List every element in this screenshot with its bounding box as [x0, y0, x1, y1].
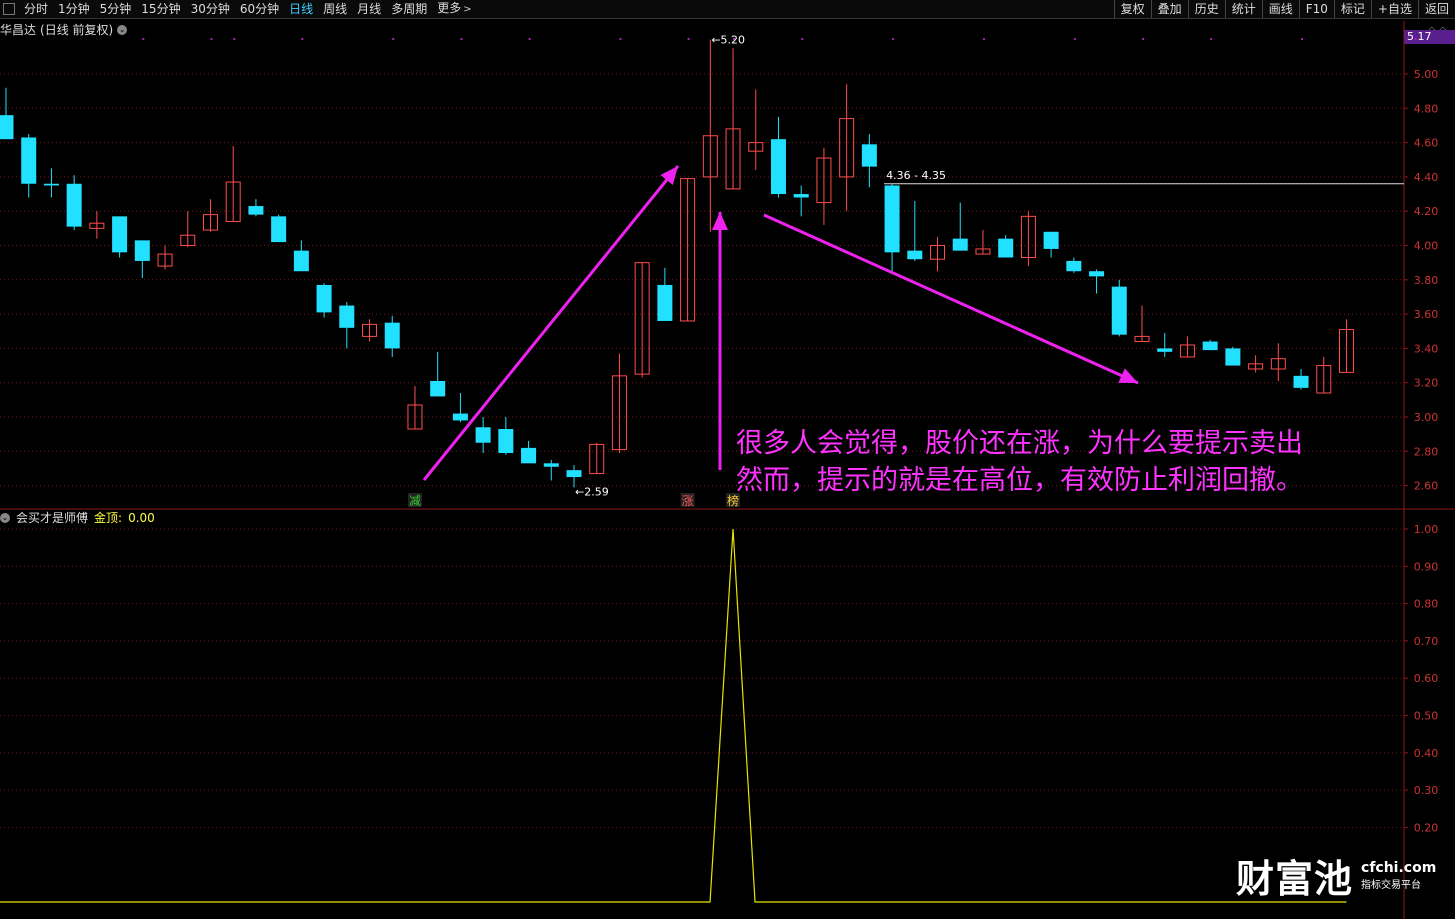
price-tick-label: 4.60 — [1414, 137, 1439, 150]
candle-body-down — [861, 144, 877, 167]
top-marker-dot — [801, 38, 804, 40]
top-marker-dot — [460, 38, 463, 40]
watermark-logo: 财富池 cfchi.com 指标交易平台 — [1236, 848, 1436, 903]
top-marker-dot — [619, 38, 622, 40]
annotation-line-1: 很多人会觉得，股价还在涨，为什么要提示卖出 — [736, 428, 1303, 459]
logo-subtitle: 指标交易平台 — [1361, 880, 1422, 891]
candle-body-down — [1043, 231, 1059, 249]
top-marker-dot — [892, 38, 895, 40]
top-marker-dot — [1210, 38, 1213, 40]
price-tick-label: 2.60 — [1414, 480, 1439, 493]
price-tick-label: 3.60 — [1414, 308, 1439, 321]
annotation-line-2: 然而，提示的就是在高位，有效防止利润回撤。 — [736, 465, 1303, 496]
candle-body-down — [770, 139, 786, 195]
candle-body-down — [1089, 271, 1105, 277]
signal-arrow-head — [712, 212, 728, 230]
candle-body-down — [1293, 375, 1309, 388]
candle-body-down — [475, 427, 491, 443]
candle-body-down — [566, 470, 582, 478]
indicator-tick-label: 0.50 — [1414, 710, 1439, 723]
logo-url: cfchi.com — [1361, 860, 1437, 876]
candle-body-down — [884, 185, 900, 253]
top-marker-dot — [301, 38, 304, 40]
annotation-text: 很多人会觉得，股价还在涨，为什么要提示卖出 然而，提示的就是在高位，有效防止利润… — [736, 425, 1303, 499]
top-marker-dot — [1142, 38, 1144, 40]
price-tick-label: 3.40 — [1414, 342, 1439, 355]
candle-body-down — [907, 250, 923, 260]
price-tick-label: 3.00 — [1414, 411, 1439, 424]
candle-body-down — [1066, 260, 1082, 272]
candle-body-down — [384, 322, 400, 349]
top-marker-dot — [687, 38, 690, 40]
candle-body-down — [0, 115, 14, 140]
indicator-title: ⌄ 会买才是师傅 金顶: 0.00 — [0, 509, 155, 526]
price-tick-label: 3.20 — [1414, 377, 1439, 390]
indicator-name: 会买才是师傅 — [16, 511, 89, 525]
candle-body-down — [271, 216, 287, 243]
top-marker-dot — [210, 38, 213, 40]
top-marker-dot — [1414, 38, 1417, 40]
candle-body-down — [248, 206, 264, 215]
price-tick-label: 2.80 — [1414, 445, 1439, 458]
candle-body-down — [657, 284, 673, 321]
signal-marker: 涨 — [682, 493, 694, 508]
candle-body-down — [21, 137, 37, 184]
signal-marker: 减 — [409, 494, 421, 508]
indicator-tick-label: 0.40 — [1414, 747, 1439, 760]
indicator-value: 0.00 — [128, 510, 155, 525]
candle-body-down — [1202, 341, 1218, 351]
candle-body-down — [952, 238, 968, 251]
price-tick-label: 4.40 — [1414, 171, 1439, 184]
candle-body-down — [112, 216, 128, 253]
candle-body-down — [134, 240, 150, 261]
fall-arrow-shaft — [763, 213, 1139, 385]
indicator-label: 金顶: — [94, 511, 123, 525]
top-marker-dot — [392, 38, 395, 40]
candle-body-down — [452, 413, 468, 421]
candle-body-down — [793, 194, 809, 198]
price-tick-label: 4.20 — [1414, 205, 1439, 218]
indicator-tick-label: 0.60 — [1414, 672, 1439, 685]
candle-body-down — [543, 463, 559, 467]
candle-body-down — [66, 183, 82, 227]
top-marker-dot — [233, 38, 236, 40]
indicator-tick-label: 0.90 — [1414, 560, 1439, 573]
indicator-tick-label: 0.30 — [1414, 784, 1439, 797]
rise-arrow-shaft — [422, 165, 680, 481]
indicator-tick-label: 0.20 — [1414, 821, 1439, 834]
candle-body-down — [43, 183, 59, 186]
chevron-down-icon[interactable]: ⌄ — [0, 512, 10, 523]
candle-body-down — [1111, 286, 1127, 335]
logo-title: 财富池 — [1236, 857, 1354, 901]
price-tick-label: 4.00 — [1414, 240, 1439, 253]
price-tick-label: 3.80 — [1414, 274, 1439, 287]
indicator-tick-label: 0.70 — [1414, 635, 1439, 648]
candle-body-down — [1157, 348, 1173, 352]
extreme-price-label: ←5.20 — [711, 34, 745, 47]
candle-body-down — [316, 284, 332, 313]
top-marker-dot — [982, 38, 985, 40]
price-tick-label: 4.80 — [1414, 102, 1439, 115]
candle-body-down — [1225, 348, 1241, 366]
indicator-tick-label: 0.80 — [1414, 598, 1439, 611]
candle-body-down — [521, 447, 537, 464]
candle-body-down — [339, 305, 355, 328]
top-marker-dot — [1301, 38, 1304, 40]
top-marker-dot — [142, 38, 145, 40]
range-label: 4.36 - 4.35 — [886, 169, 946, 182]
candle-body-down — [498, 429, 514, 454]
candle-body-down — [998, 238, 1014, 258]
top-marker-dot — [528, 38, 531, 40]
extreme-price-label: ←2.59 — [575, 485, 609, 498]
candle-body-down — [430, 380, 446, 397]
indicator-tick-label: 1.00 — [1414, 523, 1439, 536]
candle-body-down — [293, 250, 309, 272]
price-tick-label: 5.00 — [1414, 68, 1439, 81]
top-marker-dot — [1073, 38, 1076, 40]
